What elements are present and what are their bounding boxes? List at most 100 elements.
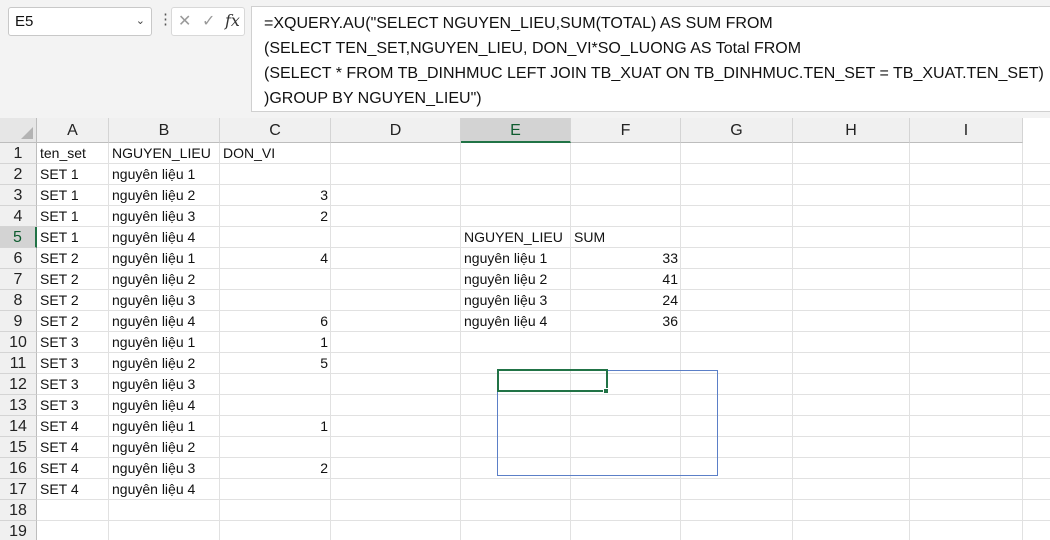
column-header-i[interactable]: I (910, 118, 1023, 143)
formula-input[interactable]: =XQUERY.AU("SELECT NGUYEN_LIEU,SUM(TOTAL… (251, 6, 1050, 112)
row-header-16[interactable]: 16 (0, 458, 37, 479)
cell-b14[interactable]: nguyên liệu 1 (109, 416, 220, 437)
cell-a12[interactable]: SET 3 (37, 374, 109, 395)
cell-a7[interactable]: SET 2 (37, 269, 109, 290)
row-header-6[interactable]: 6 (0, 248, 37, 269)
cell-f9[interactable]: 36 (571, 311, 681, 332)
cell-c14[interactable]: 1 (220, 416, 331, 437)
cell-b2[interactable]: nguyên liệu 1 (109, 164, 220, 185)
gridline (680, 143, 681, 540)
cell-c4[interactable]: 2 (220, 206, 331, 227)
cell-f8[interactable]: 24 (571, 290, 681, 311)
row-header-12[interactable]: 12 (0, 374, 37, 395)
column-header-f[interactable]: F (571, 118, 681, 143)
cell-a17[interactable]: SET 4 (37, 479, 109, 500)
cell-a16[interactable]: SET 4 (37, 458, 109, 479)
cell-a2[interactable]: SET 1 (37, 164, 109, 185)
fx-icon[interactable]: fx (225, 11, 240, 30)
kebab-icon[interactable]: ⋮ (158, 10, 173, 30)
cell-e9[interactable]: nguyên liệu 4 (461, 311, 571, 332)
name-box-value: E5 (15, 13, 34, 30)
cell-b4[interactable]: nguyên liệu 3 (109, 206, 220, 227)
chevron-down-icon[interactable]: ⌄ (136, 8, 145, 35)
column-header-g[interactable]: G (681, 118, 793, 143)
row-header-7[interactable]: 7 (0, 269, 37, 290)
select-all-icon (21, 127, 33, 139)
row-header-4[interactable]: 4 (0, 206, 37, 227)
cell-b10[interactable]: nguyên liệu 1 (109, 332, 220, 353)
cell-b9[interactable]: nguyên liệu 4 (109, 311, 220, 332)
cell-b11[interactable]: nguyên liệu 2 (109, 353, 220, 374)
row-header-5[interactable]: 5 (0, 227, 37, 248)
row-header-15[interactable]: 15 (0, 437, 37, 458)
cell-e5[interactable]: NGUYEN_LIEU (461, 227, 571, 248)
cell-a8[interactable]: SET 2 (37, 290, 109, 311)
column-header-b[interactable]: B (109, 118, 220, 143)
cell-c1[interactable]: DON_VI (220, 143, 331, 164)
cell-b17[interactable]: nguyên liệu 4 (109, 479, 220, 500)
row-header-13[interactable]: 13 (0, 395, 37, 416)
cell-c3[interactable]: 3 (220, 185, 331, 206)
cell-a11[interactable]: SET 3 (37, 353, 109, 374)
cell-a13[interactable]: SET 3 (37, 395, 109, 416)
cell-b13[interactable]: nguyên liệu 4 (109, 395, 220, 416)
cell-e8[interactable]: nguyên liệu 3 (461, 290, 571, 311)
cell-c16[interactable]: 2 (220, 458, 331, 479)
select-all-button[interactable] (0, 118, 37, 143)
row-header-10[interactable]: 10 (0, 332, 37, 353)
row-header-18[interactable]: 18 (0, 500, 37, 521)
checkmark-icon[interactable]: ✓ (202, 11, 215, 31)
cell-f5[interactable]: SUM (571, 227, 681, 248)
cell-a4[interactable]: SET 1 (37, 206, 109, 227)
cell-f6[interactable]: 33 (571, 248, 681, 269)
row-header-19[interactable]: 19 (0, 521, 37, 540)
cell-b3[interactable]: nguyên liệu 2 (109, 185, 220, 206)
cell-a10[interactable]: SET 3 (37, 332, 109, 353)
cell-e7[interactable]: nguyên liệu 2 (461, 269, 571, 290)
row-header-2[interactable]: 2 (0, 164, 37, 185)
cell-b12[interactable]: nguyên liệu 3 (109, 374, 220, 395)
fill-handle[interactable] (603, 388, 609, 394)
cell-f7[interactable]: 41 (571, 269, 681, 290)
gridline (570, 143, 571, 540)
cell-c6[interactable]: 4 (220, 248, 331, 269)
cell-b6[interactable]: nguyên liệu 1 (109, 248, 220, 269)
cell-a5[interactable]: SET 1 (37, 227, 109, 248)
cell-a3[interactable]: SET 1 (37, 185, 109, 206)
column-header-c[interactable]: C (220, 118, 331, 143)
row-header-17[interactable]: 17 (0, 479, 37, 500)
cell-a14[interactable]: SET 4 (37, 416, 109, 437)
gridline (1022, 143, 1023, 540)
row-header-8[interactable]: 8 (0, 290, 37, 311)
column-header-d[interactable]: D (331, 118, 461, 143)
gridline (37, 520, 1050, 521)
row-header-11[interactable]: 11 (0, 353, 37, 374)
cell-a6[interactable]: SET 2 (37, 248, 109, 269)
cell-area[interactable]: ten_set SET 1 SET 1 SET 1 SET 1 SET 2 SET 2 SET… (37, 143, 1050, 540)
cell-b8[interactable]: nguyên liệu 3 (109, 290, 220, 311)
column-header-e[interactable]: E (461, 118, 571, 143)
gridline (792, 143, 793, 540)
cell-a15[interactable]: SET 4 (37, 437, 109, 458)
row-header-3[interactable]: 3 (0, 185, 37, 206)
cell-c10[interactable]: 1 (220, 332, 331, 353)
cell-e6[interactable]: nguyên liệu 1 (461, 248, 571, 269)
column-header-h[interactable]: H (793, 118, 910, 143)
row-header-9[interactable]: 9 (0, 311, 37, 332)
cell-b5[interactable]: nguyên liệu 4 (109, 227, 220, 248)
column-header-a[interactable]: A (37, 118, 109, 143)
name-box[interactable]: E5 ⌄ (8, 7, 152, 36)
row-header-14[interactable]: 14 (0, 416, 37, 437)
cell-a9[interactable]: SET 2 (37, 311, 109, 332)
cell-c11[interactable]: 5 (220, 353, 331, 374)
cell-b1[interactable]: NGUYEN_LIEU (109, 143, 220, 164)
spreadsheet-grid: ABCDEFGHI 1 2 3 4 5 6 7 8 9 10 11 12 13 14 15 16 17 18 19 … (0, 118, 1050, 540)
close-icon[interactable]: ✕ (178, 11, 191, 31)
cell-b15[interactable]: nguyên liệu 2 (109, 437, 220, 458)
gridline (460, 143, 461, 540)
cell-a1[interactable]: ten_set (37, 143, 109, 164)
cell-c9[interactable]: 6 (220, 311, 331, 332)
row-header-1[interactable]: 1 (0, 143, 37, 164)
cell-b7[interactable]: nguyên liệu 2 (109, 269, 220, 290)
cell-b16[interactable]: nguyên liệu 3 (109, 458, 220, 479)
